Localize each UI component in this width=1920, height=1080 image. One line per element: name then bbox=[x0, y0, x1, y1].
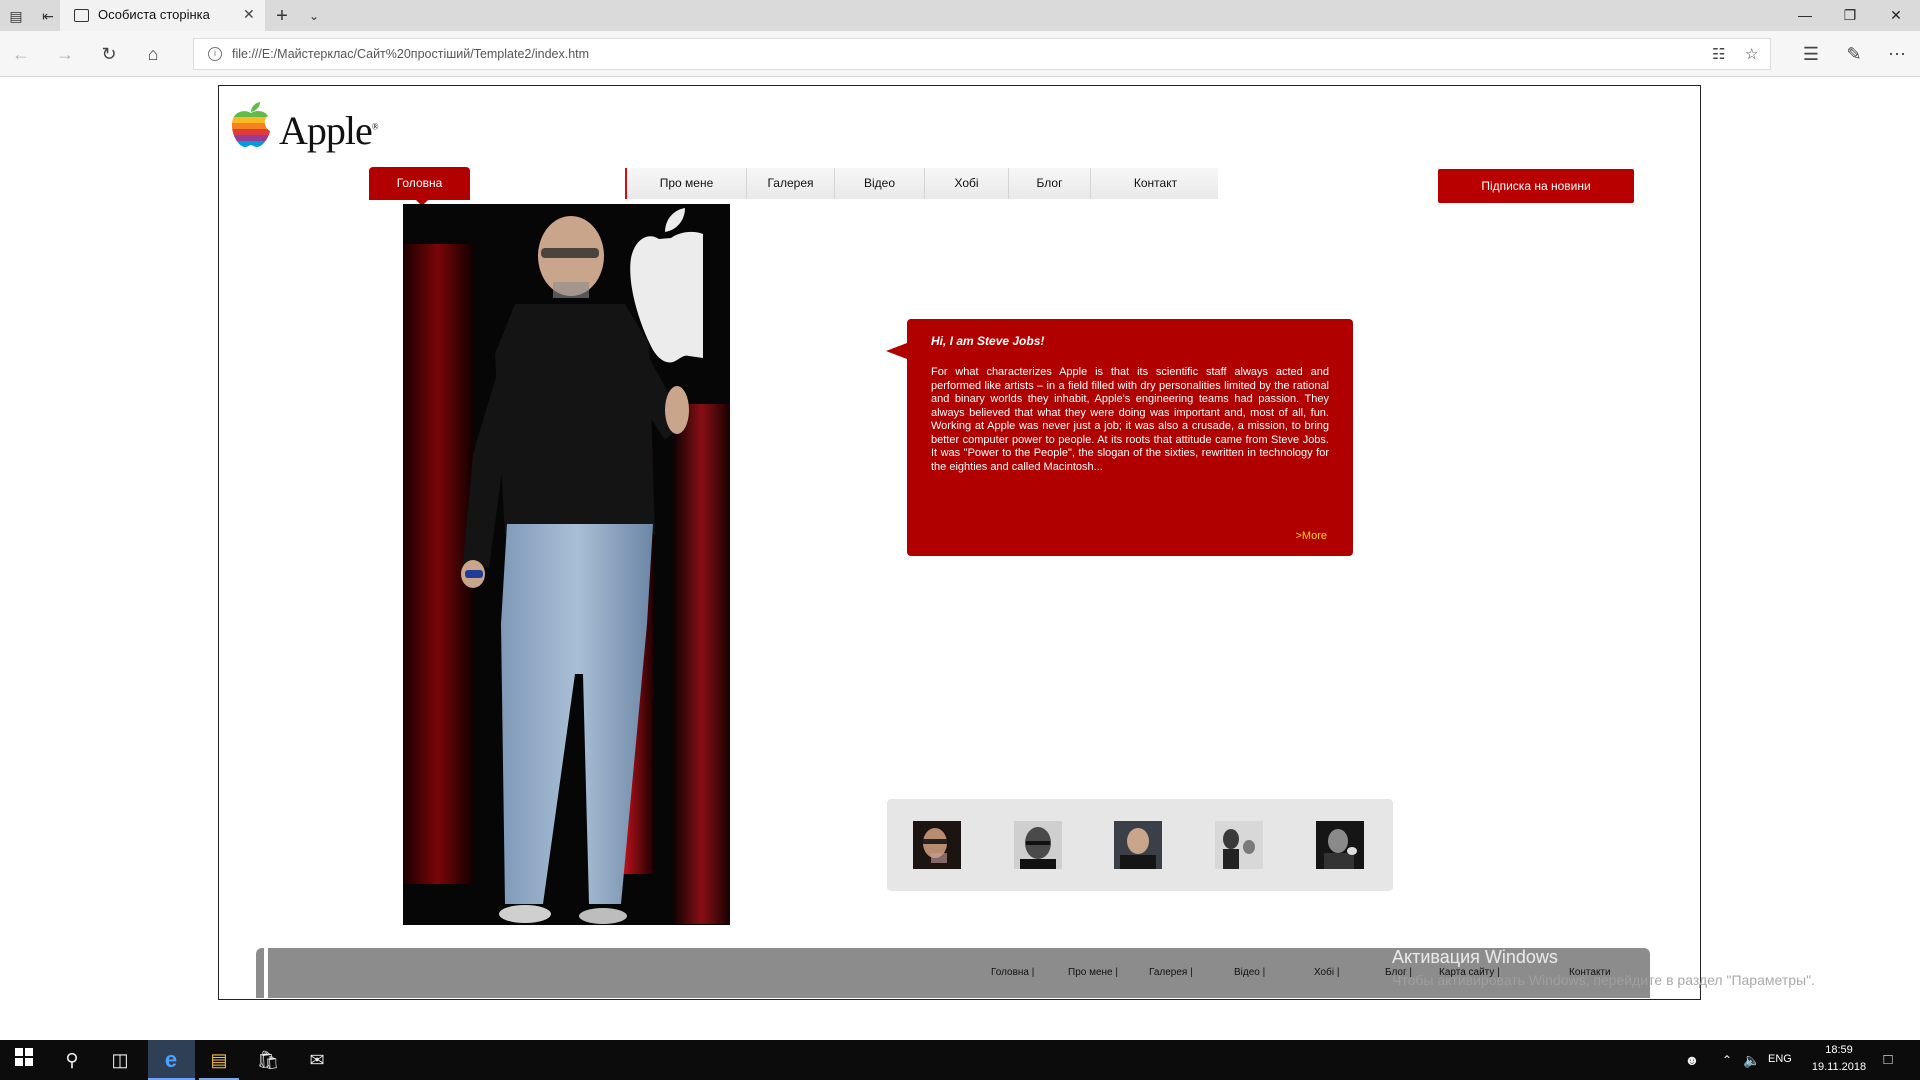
nav-home-button[interactable]: Головна bbox=[369, 167, 470, 206]
clock-date[interactable]: 19.11.2018 bbox=[1804, 1061, 1874, 1073]
refresh-icon[interactable]: ↻ bbox=[98, 43, 120, 65]
footer-link-home[interactable]: Головна | bbox=[991, 967, 1034, 978]
logo-text: Apple® bbox=[279, 108, 379, 153]
footer-link-hobby[interactable]: Хобі | bbox=[1314, 967, 1339, 978]
menu-item-gallery[interactable]: Галерея bbox=[747, 168, 835, 199]
task-view-icon[interactable]: ◫ bbox=[108, 1048, 132, 1072]
steve-jobs-photo bbox=[403, 204, 730, 925]
footer-link-gallery[interactable]: Галерея | bbox=[1149, 967, 1193, 978]
home-icon[interactable]: ⌂ bbox=[142, 43, 164, 65]
activation-subtitle: Чтобы активировать Windows, перейдите в … bbox=[1392, 972, 1815, 988]
windows-activation-watermark: Активация Windows Чтобы активировать Win… bbox=[1392, 947, 1815, 988]
new-tab-icon[interactable]: + bbox=[272, 6, 292, 26]
page-frame: Apple® Головна Про мене Галерея Відео Хо… bbox=[218, 85, 1701, 1000]
start-windows-icon[interactable] bbox=[12, 1048, 36, 1072]
intro-bubble: Hi, I am Steve Jobs! For what characteri… bbox=[886, 319, 1353, 556]
input-language[interactable]: ENG bbox=[1768, 1053, 1792, 1065]
menu-item-video[interactable]: Відео bbox=[835, 168, 925, 199]
thumbnail-4-image bbox=[1215, 821, 1263, 869]
footer-divider bbox=[264, 948, 268, 998]
thumbnail-4[interactable] bbox=[1215, 821, 1263, 869]
menu-item-blog[interactable]: Блог bbox=[1009, 168, 1091, 199]
portrait-illustration bbox=[403, 204, 730, 925]
footer-link-about[interactable]: Про мене | bbox=[1068, 967, 1118, 978]
menu-item-about[interactable]: Про мене bbox=[627, 168, 747, 199]
store-icon[interactable]: 🛍 bbox=[256, 1048, 280, 1072]
tab-actions-icon[interactable]: ▤ bbox=[6, 6, 26, 26]
tab-close-icon[interactable]: ✕ bbox=[243, 6, 255, 23]
people-icon[interactable]: ☻ bbox=[1680, 1048, 1704, 1072]
action-center-icon[interactable]: □ bbox=[1876, 1048, 1900, 1072]
address-bar[interactable]: i file:///E:/Майстерклас/Сайт%20простіши… bbox=[193, 38, 1771, 70]
forward-icon[interactable]: → bbox=[54, 43, 76, 65]
more-link[interactable]: >More bbox=[1296, 530, 1328, 542]
search-icon[interactable]: ⚲ bbox=[60, 1048, 84, 1072]
footer-link-video[interactable]: Відео | bbox=[1234, 967, 1265, 978]
bubble-text: For what characterizes Apple is that its… bbox=[931, 366, 1329, 473]
thumbnail-2[interactable] bbox=[1014, 821, 1062, 869]
subscribe-button[interactable]: Підписка на новини bbox=[1438, 169, 1634, 203]
thumbnail-3[interactable] bbox=[1114, 821, 1162, 869]
main-menu: Про мене Галерея Відео Хобі Блог Контакт bbox=[625, 168, 1218, 199]
thumbnail-strip bbox=[887, 799, 1393, 891]
back-icon[interactable]: ← bbox=[10, 43, 32, 65]
site-info-icon[interactable]: i bbox=[208, 47, 222, 61]
favorite-star-icon[interactable]: ☆ bbox=[1745, 45, 1758, 63]
page-favicon-icon bbox=[74, 9, 89, 22]
thumbnail-1[interactable] bbox=[913, 821, 961, 869]
apple-logo[interactable]: Apple® bbox=[229, 101, 379, 161]
volume-muted-icon[interactable]: 🔈 bbox=[1740, 1048, 1764, 1072]
close-window-icon[interactable]: ✕ bbox=[1876, 5, 1916, 25]
restore-icon[interactable]: ❐ bbox=[1830, 5, 1870, 25]
thumbnail-3-image bbox=[1114, 821, 1162, 869]
thumbnail-5-image bbox=[1316, 821, 1364, 869]
clock-time[interactable]: 18:59 bbox=[1804, 1044, 1874, 1056]
taskbar-edge-active[interactable]: e bbox=[148, 1040, 195, 1080]
menu-item-hobby[interactable]: Хобі bbox=[925, 168, 1009, 199]
activation-title: Активация Windows bbox=[1392, 947, 1558, 967]
edge-browser-icon: e bbox=[164, 1047, 178, 1072]
address-url[interactable]: file:///E:/Майстерклас/Сайт%20простіший/… bbox=[232, 47, 589, 61]
menu-item-contact[interactable]: Контакт bbox=[1091, 168, 1220, 199]
thumbnail-2-image bbox=[1014, 821, 1062, 869]
browser-navbar: ← → ↻ ⌂ i file:///E:/Майстерклас/Сайт%20… bbox=[0, 31, 1920, 77]
windows-logo-icon bbox=[15, 1048, 33, 1066]
tab-preview-chevron-icon[interactable]: ⌄ bbox=[304, 6, 324, 26]
tab-title: Особиста сторінка bbox=[98, 7, 210, 22]
minimize-icon[interactable]: — bbox=[1785, 5, 1825, 25]
taskbar: ⚲ ◫ e ▤ 🛍 ✉ ☻ ⌃ 🔈 ENG 18:59 19.11.2018 □ bbox=[0, 1040, 1920, 1080]
apple-rainbow-icon bbox=[231, 102, 271, 147]
thumbnail-1-image bbox=[913, 821, 961, 869]
browser-titlebar: ▤ ⇤ Особиста сторінка ✕ + ⌄ — ❐ ✕ bbox=[0, 0, 1920, 31]
show-hidden-icons-chevron[interactable]: ⌃ bbox=[1715, 1048, 1739, 1072]
file-explorer-icon[interactable]: ▤ bbox=[207, 1048, 231, 1072]
set-aside-tabs-icon[interactable]: ⇤ bbox=[38, 6, 58, 26]
thumbnail-5[interactable] bbox=[1316, 821, 1364, 869]
mail-icon[interactable]: ✉ bbox=[305, 1048, 329, 1072]
bubble-title: Hi, I am Steve Jobs! bbox=[931, 334, 1045, 348]
favorites-hub-icon[interactable]: ☰ bbox=[1800, 43, 1822, 65]
web-note-pen-icon[interactable]: ✎ bbox=[1843, 43, 1865, 65]
browser-tab-active[interactable]: Особиста сторінка ✕ bbox=[60, 0, 265, 31]
reading-view-icon[interactable]: ☷ bbox=[1712, 45, 1725, 63]
more-menu-icon[interactable]: ⋯ bbox=[1886, 43, 1908, 65]
